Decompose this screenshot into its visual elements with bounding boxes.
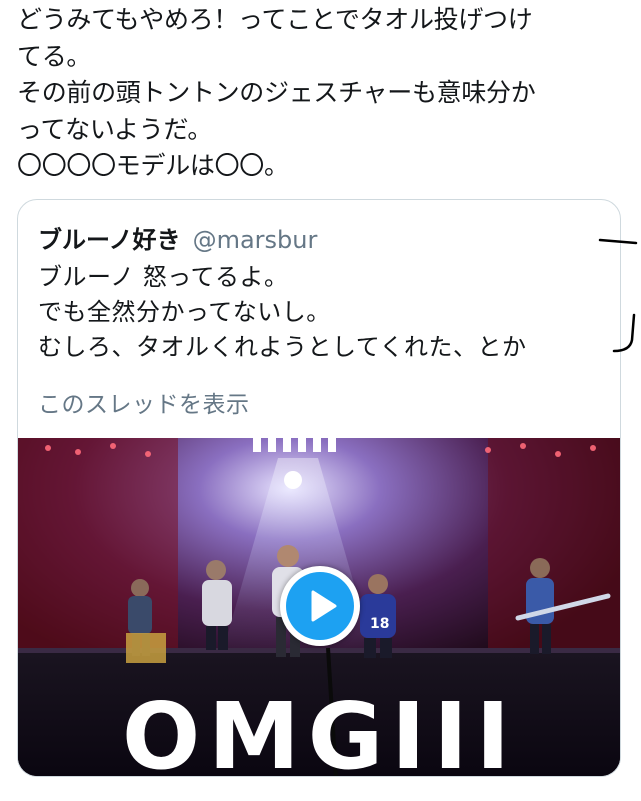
quoted-tweet-header: ブルーノ好き @marsbur xyxy=(38,220,317,255)
quoted-tweet-card[interactable]: ブルーノ好き @marsbur ブルーノ 怒ってるよ。 でも全然分かってないし。 … xyxy=(17,199,621,777)
video-overlay-text: OMGIII xyxy=(122,683,518,777)
tweet-text-line: てる。 xyxy=(17,41,92,71)
quoted-tweet-text: ブルーノ 怒ってるよ。 でも全然分かってないし。 むしろ、タオルくれようとしてく… xyxy=(38,260,527,365)
jersey-number: 18 xyxy=(370,616,389,632)
tweet-text-line: どうみてもやめろ！ってことでタオル投げつけ xyxy=(17,5,533,34)
tweet-text-line: ってないようだ。 xyxy=(17,114,213,144)
play-icon xyxy=(286,572,354,640)
show-thread-link[interactable]: このスレッドを表示 xyxy=(38,385,250,419)
bracket-annotation xyxy=(598,238,638,353)
play-button[interactable] xyxy=(280,566,360,646)
video-player[interactable]: 18 OMGIII xyxy=(18,438,620,777)
quoted-tweet-line: ブルーノ 怒ってるよ。 xyxy=(38,263,289,291)
quoted-tweet-line: むしろ、タオルくれようとしてくれた、とか xyxy=(38,333,527,361)
quoted-tweet-line: でも全然分かってないし。 xyxy=(38,298,331,326)
quoted-user-handle[interactable]: @marsbur xyxy=(193,226,318,254)
tweet-text-line: 〇〇〇〇モデルは〇〇。 xyxy=(17,151,289,180)
tweet-text-line: その前の頭トントンのジェスチャーも意味分か xyxy=(17,78,536,107)
tweet-text: どうみてもやめろ！ってことでタオル投げつけ てる。 その前の頭トントンのジェスチ… xyxy=(17,2,622,185)
quoted-user-display-name[interactable]: ブルーノ好き xyxy=(38,226,181,254)
